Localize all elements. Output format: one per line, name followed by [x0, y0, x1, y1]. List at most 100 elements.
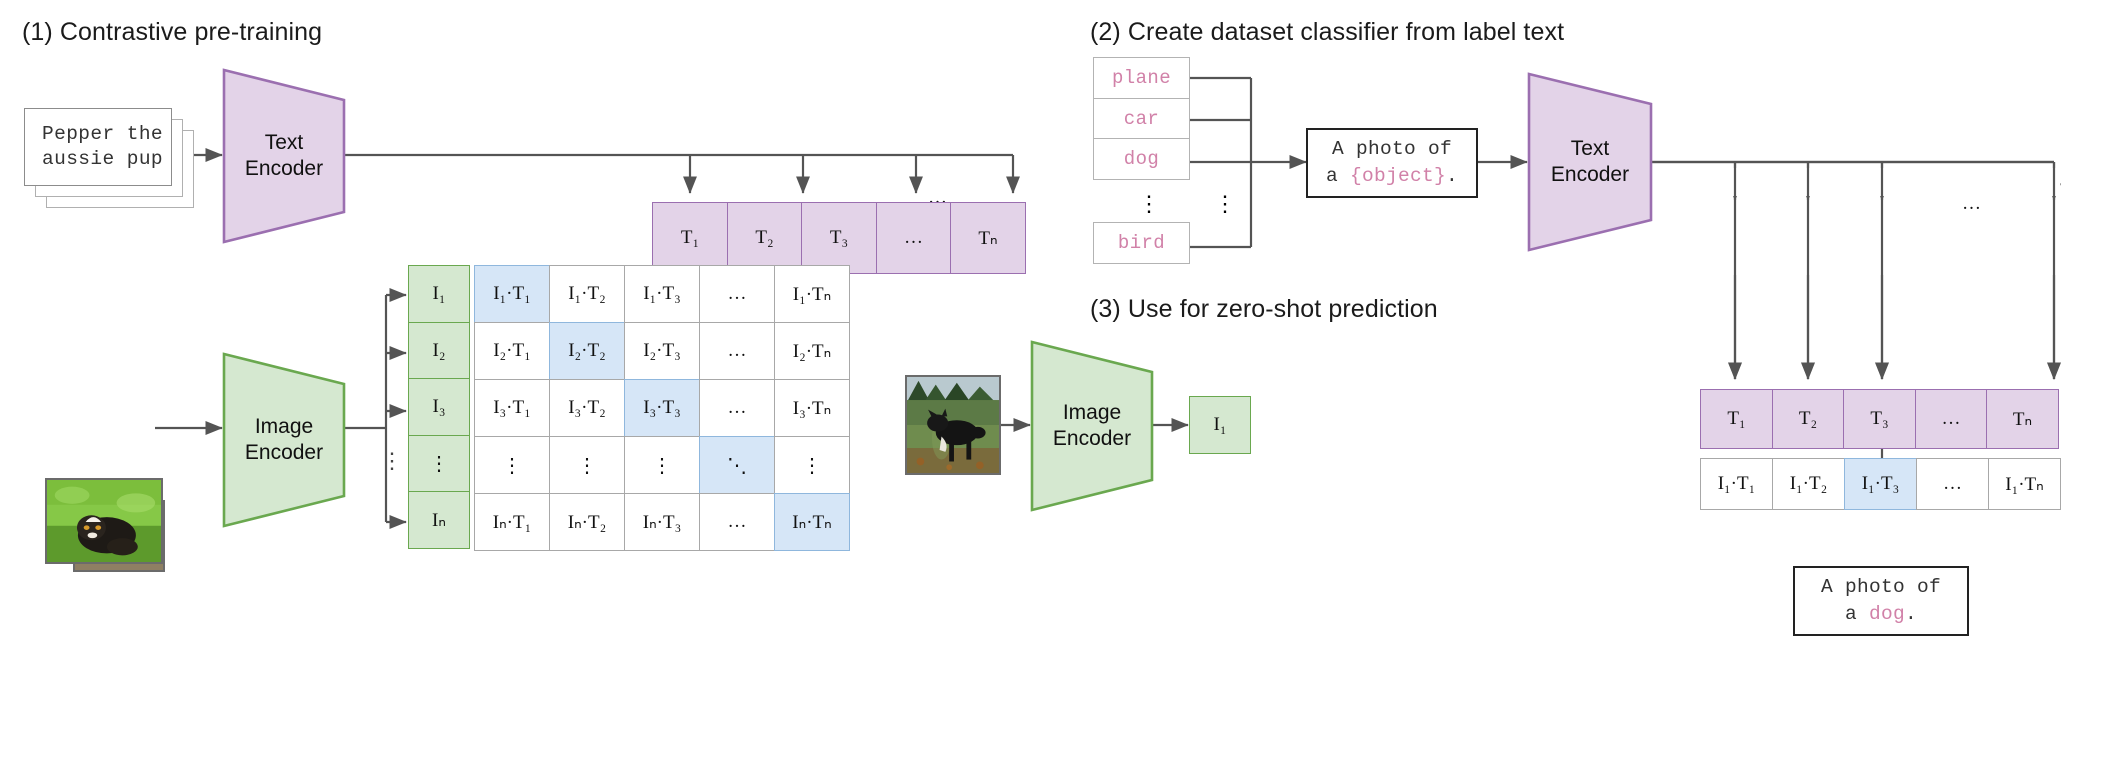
class-label-bird[interactable]: bird [1093, 222, 1190, 264]
caption-card-stack: Pepper the aussie pup [24, 108, 194, 208]
text-embedding-cell-3-label: T₃ [829, 227, 849, 248]
matrix-cell-r5-c5-label: Iₙ·Tₙ [792, 511, 832, 533]
matrix-cell-r5-c2-label: Iₙ·T₂ [567, 511, 607, 533]
clip-diagram: (1) Contrastive pre-training Pepper the … [0, 0, 2124, 766]
matrix-cell-r1-c2: I₁·T₂ [549, 265, 625, 323]
zeroshot-score-4-label: … [1943, 473, 1962, 494]
matrix-cell-r5-c4-label: … [727, 511, 747, 532]
matrix-cell-r2-c2: I₂·T₂ [549, 322, 625, 380]
matrix-cell-r3-c1: I₃·T₁ [474, 379, 550, 437]
zeroshot-score-2-label: I₁·T₂ [1789, 473, 1828, 494]
matrix-cell-r4-c3: ⋮ [624, 436, 700, 494]
image-embedding-cell-2-label: I₂ [432, 339, 446, 361]
matrix-cell-r2-c3-label: I₂·T₃ [643, 340, 681, 361]
matrix-cell-r4-c4-label: ⋱ [727, 454, 747, 477]
image-encoder-1-line1: Image [254, 415, 314, 438]
matrix-cell-r3-c5: I₃·Tₙ [774, 379, 850, 437]
zeroshot-text-embedding-5: Tₙ [1986, 389, 2059, 449]
matrix-cell-r1-c5: I₁·Tₙ [774, 265, 850, 323]
prediction-line-2: a dog. [1845, 601, 1917, 628]
text-embedding-cell-4: … [875, 202, 952, 274]
zeroshot-score-1-label: I₁·T₁ [1717, 473, 1756, 494]
zeroshot-score-1: I₁·T₁ [1700, 458, 1773, 510]
zeroshot-score-3: I₁·T₃ [1844, 458, 1917, 510]
matrix-cell-r5-c1-label: Iₙ·T₁ [492, 511, 532, 533]
query-image [905, 375, 1001, 475]
matrix-cell-r5-c5: Iₙ·Tₙ [774, 493, 850, 551]
image-bus-vdots: ⋮ [381, 448, 403, 473]
matrix-cell-r2-c1: I₂·T₁ [474, 322, 550, 380]
image-embedding-cell-1: I₁ [408, 265, 470, 323]
prompt-template-suffix: . [1446, 165, 1459, 187]
prediction-line-1: A photo of [1820, 576, 1942, 598]
query-image-embedding-label: I₁ [1213, 414, 1227, 435]
zeroshot-text-embedding-2: T₂ [1771, 389, 1845, 449]
class-label-car[interactable]: car [1093, 97, 1190, 140]
caption-line-2: aussie pup [42, 148, 164, 170]
prediction-prefix: a [1844, 603, 1869, 625]
zeroshot-score-5: I₁·Tₙ [1988, 458, 2061, 510]
section-3-heading: (3) Use for zero-shot prediction [1090, 295, 1438, 323]
section2-bus-ellipsis: … [1962, 193, 1982, 214]
matrix-cell-r3-c3-label: I₃·T₃ [643, 397, 681, 418]
text-encoder-1-label: Text Encoder [222, 130, 346, 182]
matrix-cell-r3-c5-label: I₃·Tₙ [792, 397, 832, 419]
matrix-cell-r2-c4-label: … [727, 340, 747, 361]
zeroshot-text-embedding-4-label: … [1941, 408, 1961, 429]
image-encoder-3[interactable]: Image Encoder [1030, 340, 1154, 512]
matrix-cell-r3-c1-label: I₃·T₁ [493, 397, 531, 418]
matrix-cell-r5-c3-label: Iₙ·T₃ [642, 511, 682, 533]
caption-card-front: Pepper the aussie pup [24, 108, 172, 186]
text-encoder-1[interactable]: Text Encoder [222, 68, 346, 244]
zeroshot-text-embedding-3: T₃ [1843, 389, 1916, 449]
prediction-box: A photo of a dog. [1793, 566, 1969, 636]
prompt-template-slot: {object} [1349, 165, 1446, 187]
image-embedding-cell-4-label: ⋮ [429, 453, 449, 475]
zeroshot-score-2: I₁·T₂ [1772, 458, 1845, 510]
image-embedding-cell-1-label: I₁ [432, 283, 446, 304]
label-list-vdots-right: ⋮ [1214, 191, 1236, 216]
image-embedding-cell-4: ⋮ [408, 434, 470, 493]
image-encoder-3-line1: Image [1062, 401, 1122, 424]
text-embedding-cell-2-label: T₂ [755, 227, 774, 248]
matrix-cell-r3-c4-label: … [727, 397, 747, 418]
wire-mask-a [1700, 168, 2060, 196]
matrix-cell-r2-c3: I₂·T₃ [624, 322, 700, 380]
text-embedding-cell-2: T₂ [726, 202, 803, 274]
class-label-plane[interactable]: plane [1093, 57, 1190, 99]
image-encoder-1-line2: Encoder [244, 441, 324, 464]
image-encoder-1-label: Image Encoder [222, 414, 346, 466]
matrix-cell-r3-c3: I₃·T₃ [624, 379, 700, 437]
matrix-cell-r4-c2-label: ⋮ [577, 454, 597, 477]
prediction-class-word: dog [1868, 603, 1905, 625]
image-encoder-1[interactable]: Image Encoder [222, 352, 346, 528]
image-embedding-cell-3: I₃ [408, 378, 470, 436]
text-encoder-2-label: Text Encoder [1527, 136, 1653, 188]
text-embedding-cell-1: T₁ [652, 202, 728, 274]
matrix-cell-r5-c3: Iₙ·T₃ [624, 493, 700, 551]
section-2-heading: (2) Create dataset classifier from label… [1090, 18, 1565, 46]
matrix-cell-r5-c2: Iₙ·T₂ [549, 493, 625, 551]
zeroshot-score-3-label: I₁·T₃ [1861, 473, 1900, 494]
matrix-cell-r4-c2: ⋮ [549, 436, 625, 494]
text-encoder-1-line2: Encoder [244, 157, 324, 180]
class-label-dog[interactable]: dog [1093, 138, 1190, 180]
caption-text: Pepper the aussie pup [25, 109, 171, 185]
caption-line-1: Pepper the [42, 123, 164, 145]
matrix-cell-r1-c2-label: I₁·T₂ [568, 283, 606, 304]
prompt-template-line-2: a {object}. [1326, 163, 1458, 190]
matrix-cell-r3-c2: I₃·T₂ [549, 379, 625, 437]
query-image-embedding: I₁ [1189, 396, 1251, 454]
matrix-cell-r4-c4: ⋱ [699, 436, 775, 494]
text-embedding-cell-5-label: Tₙ [978, 227, 998, 249]
text-embedding-cell-5: Tₙ [950, 202, 1026, 274]
matrix-cell-r1-c4: … [699, 265, 775, 323]
zeroshot-text-embedding-5-label: Tₙ [2012, 408, 2033, 430]
prompt-template-line-1: A photo of [1331, 138, 1453, 160]
matrix-cell-r4-c5-label: ⋮ [802, 454, 822, 477]
text-embedding-cell-4-label: … [904, 227, 923, 248]
text-encoder-2[interactable]: Text Encoder [1527, 72, 1653, 252]
prompt-template-box: A photo of a {object}. [1306, 128, 1478, 198]
zeroshot-score-5-label: I₁·Tₙ [2005, 473, 2044, 495]
zeroshot-text-embedding-1: T₁ [1700, 389, 1773, 449]
